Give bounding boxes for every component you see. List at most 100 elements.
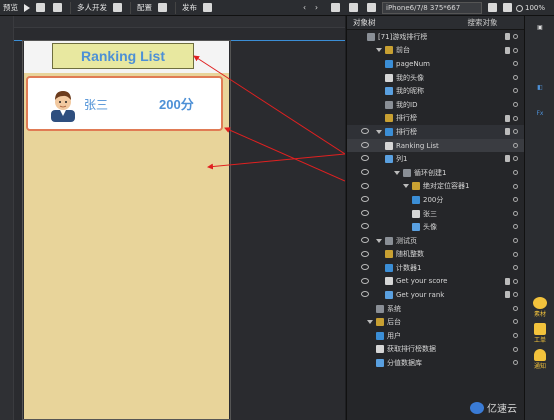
visibility-dot-icon[interactable] bbox=[513, 47, 518, 53]
eye-icon[interactable] bbox=[361, 223, 369, 230]
sliders-button[interactable] bbox=[155, 0, 172, 16]
tree-row[interactable]: 后台 bbox=[347, 315, 524, 329]
tree-row[interactable]: 张三 bbox=[347, 207, 524, 221]
sidebar-layers-icon[interactable]: ◧ bbox=[530, 76, 550, 98]
expand-icon[interactable] bbox=[376, 48, 382, 53]
visibility-dot-icon[interactable] bbox=[513, 183, 518, 189]
back-arrow[interactable]: ‹ bbox=[300, 0, 309, 16]
visibility-dot-icon[interactable] bbox=[513, 88, 518, 94]
tab-object-tree[interactable]: 对象树 bbox=[347, 17, 382, 28]
visibility-dot-icon[interactable] bbox=[513, 292, 518, 298]
lock-icon[interactable] bbox=[505, 128, 510, 136]
eye-icon[interactable] bbox=[361, 209, 369, 216]
tree-row[interactable]: 获取排行榜数据 bbox=[347, 343, 524, 357]
visibility-dot-icon[interactable] bbox=[513, 101, 518, 107]
eye-icon[interactable] bbox=[361, 236, 369, 243]
visibility-dot-icon[interactable] bbox=[513, 224, 518, 230]
device-select[interactable]: iPhone6/7/8 375*667 bbox=[382, 2, 482, 14]
visibility-dot-icon[interactable] bbox=[513, 237, 518, 243]
lock-icon[interactable] bbox=[505, 291, 510, 299]
tree-row[interactable]: 我的昵称 bbox=[347, 84, 524, 98]
lock-icon[interactable] bbox=[505, 33, 510, 40]
forward-arrow[interactable]: › bbox=[312, 0, 321, 16]
expand-icon[interactable] bbox=[394, 170, 400, 175]
visibility-dot-icon[interactable] bbox=[513, 265, 518, 271]
visibility-dot-icon[interactable] bbox=[513, 156, 518, 162]
tree-row[interactable]: [71]游戏排行榜 bbox=[347, 30, 524, 44]
sidebar-fx-icon[interactable]: Fx bbox=[530, 102, 550, 124]
expand-icon[interactable] bbox=[403, 184, 409, 189]
tree-row[interactable]: 我的ID bbox=[347, 98, 524, 112]
distribute-button[interactable] bbox=[346, 0, 363, 16]
align-button[interactable] bbox=[328, 0, 345, 16]
visibility-dot-icon[interactable] bbox=[513, 74, 518, 80]
tree-row[interactable]: 头像 bbox=[347, 220, 524, 234]
tree-row[interactable]: Get your score bbox=[347, 275, 524, 289]
visibility-dot-icon[interactable] bbox=[513, 278, 518, 284]
clipboard-button[interactable] bbox=[500, 0, 517, 16]
visibility-dot-icon[interactable] bbox=[513, 210, 518, 216]
expand-icon[interactable] bbox=[376, 238, 382, 243]
sidebar-materials-button[interactable]: 素材 bbox=[530, 296, 550, 318]
eye-icon[interactable] bbox=[361, 250, 369, 257]
visibility-dot-icon[interactable] bbox=[513, 169, 518, 175]
visibility-dot-icon[interactable] bbox=[513, 333, 518, 339]
visibility-dot-icon[interactable] bbox=[513, 360, 518, 366]
tree-row[interactable]: 排行榜 bbox=[347, 125, 524, 139]
tree-row[interactable]: 系统 bbox=[347, 302, 524, 316]
design-canvas[interactable]: Ranking List 张三 200分 bbox=[0, 16, 345, 420]
eye-icon[interactable] bbox=[361, 168, 369, 175]
eye-icon[interactable] bbox=[361, 155, 369, 162]
tree-row[interactable]: 列1 bbox=[347, 152, 524, 166]
play-icon[interactable] bbox=[24, 3, 30, 12]
visibility-dot-icon[interactable] bbox=[513, 34, 518, 39]
tree-row[interactable]: Ranking List bbox=[347, 138, 524, 153]
tree-row[interactable]: 分值数据库 bbox=[347, 356, 524, 370]
eye-icon[interactable] bbox=[361, 128, 369, 135]
eye-icon[interactable] bbox=[361, 196, 369, 203]
visibility-dot-icon[interactable] bbox=[513, 61, 518, 67]
visibility-dot-icon[interactable] bbox=[513, 115, 518, 121]
lock-icon[interactable] bbox=[505, 277, 510, 285]
tab-search-objects[interactable]: 搜索对象 bbox=[462, 17, 504, 28]
tree-row[interactable]: 排行榜 bbox=[347, 112, 524, 126]
tree-row[interactable]: 用户 bbox=[347, 329, 524, 343]
tree-row[interactable]: Get your rank bbox=[347, 288, 524, 302]
eye-icon[interactable] bbox=[361, 264, 369, 271]
send-button[interactable] bbox=[200, 0, 217, 16]
tree-row[interactable]: 绝对定位容器1 bbox=[347, 180, 524, 194]
eye-icon[interactable] bbox=[361, 277, 369, 284]
lock-icon[interactable] bbox=[505, 155, 510, 163]
eye-icon[interactable] bbox=[361, 182, 369, 189]
expand-icon[interactable] bbox=[376, 129, 382, 134]
tree-row[interactable]: 测试页 bbox=[347, 234, 524, 248]
expand-icon[interactable] bbox=[367, 320, 373, 325]
user-button[interactable] bbox=[110, 0, 127, 16]
grid-button[interactable] bbox=[50, 0, 67, 16]
lock-icon[interactable] bbox=[505, 114, 510, 122]
lock-icon[interactable] bbox=[505, 46, 510, 54]
tree-row[interactable]: 随机整数 bbox=[347, 248, 524, 262]
sidebar-top-icon[interactable]: ▣ bbox=[530, 16, 550, 38]
tree-row[interactable]: pageNum bbox=[347, 57, 524, 71]
zoom-control[interactable]: 100% bbox=[516, 1, 545, 15]
visibility-dot-icon[interactable] bbox=[513, 305, 518, 311]
tree-row[interactable]: 我的头像 bbox=[347, 71, 524, 85]
tree-row[interactable]: 200分 bbox=[347, 193, 524, 207]
tree-row[interactable]: 前台 bbox=[347, 44, 524, 58]
eye-icon[interactable] bbox=[361, 141, 369, 148]
tree-row[interactable]: 计数器1 bbox=[347, 261, 524, 275]
config-button[interactable]: 配置 bbox=[134, 0, 155, 16]
publish-button[interactable]: 发布 bbox=[179, 0, 200, 16]
visibility-dot-icon[interactable] bbox=[513, 129, 518, 135]
step-button[interactable] bbox=[33, 0, 50, 16]
tree-row[interactable]: 循环创建1 bbox=[347, 166, 524, 180]
eye-icon[interactable] bbox=[361, 291, 369, 298]
preview-button[interactable]: 预览 bbox=[0, 0, 21, 16]
visibility-dot-icon[interactable] bbox=[513, 319, 518, 325]
visibility-dot-icon[interactable] bbox=[513, 346, 518, 352]
sidebar-notify-button[interactable]: 通知 bbox=[530, 348, 550, 370]
sidebar-tickets-button[interactable]: 工单 bbox=[530, 322, 550, 344]
monitor-button[interactable] bbox=[364, 0, 381, 16]
multi-dev-button[interactable]: 多人开发 bbox=[74, 0, 110, 16]
